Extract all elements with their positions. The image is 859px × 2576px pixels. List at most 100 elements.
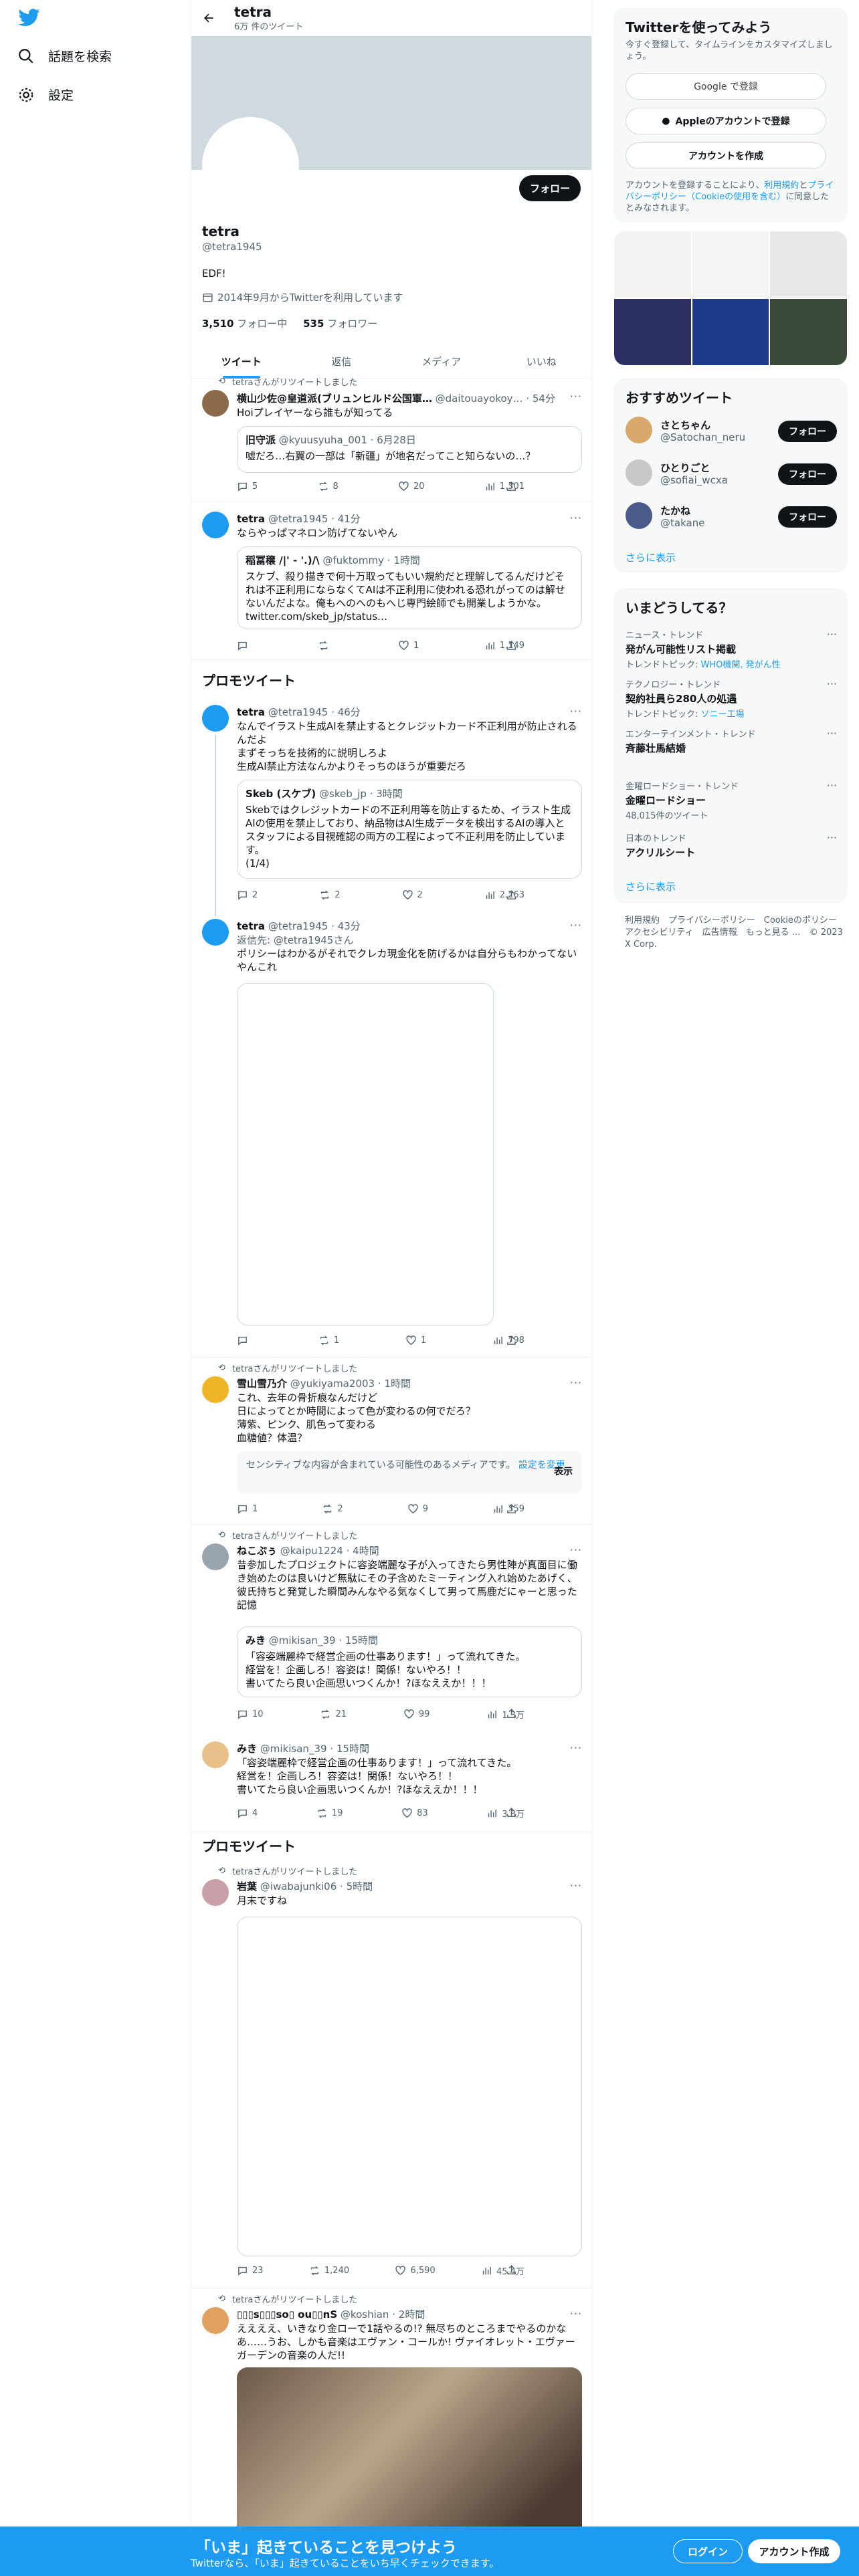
more-icon[interactable]: ··· — [570, 919, 582, 932]
tweet-header[interactable]: 雪山雪乃介 @yukiyama2003 · 1時間 — [237, 1376, 571, 1390]
avatar[interactable] — [202, 512, 229, 538]
tweet[interactable]: ⟲ tetraさんがリツイートしました 雪山雪乃介 @yukiyama2003 ·… — [191, 1358, 591, 1525]
avatar[interactable] — [202, 390, 229, 417]
suggested-user[interactable]: さとちゃん @Satochan_neru フォロー — [626, 411, 837, 451]
trend-item[interactable]: ニュース・トレンド 発がん可能性リスト掲載 トレンドトピック: WHO機関, 発が… — [626, 628, 837, 670]
media-thumb[interactable] — [692, 299, 769, 365]
views-button[interactable]: 1,301 — [484, 481, 524, 492]
more-icon[interactable]: ··· — [827, 779, 837, 792]
more-icon[interactable]: ··· — [570, 512, 582, 524]
retweet-button[interactable]: 2 — [319, 889, 341, 901]
twitter-bird-icon[interactable] — [19, 7, 40, 28]
more-icon[interactable]: ··· — [827, 677, 837, 690]
avatar[interactable] — [202, 1741, 229, 1768]
reply-button[interactable] — [237, 640, 252, 651]
like-button[interactable]: 1 — [405, 1335, 426, 1346]
tweet-media[interactable] — [237, 983, 494, 1325]
reply-button[interactable]: 5 — [237, 481, 258, 492]
tweet-header[interactable]: ねこぷぅ @kaipu1224 · 4時間 — [237, 1543, 571, 1558]
more-icon[interactable]: ··· — [827, 831, 837, 844]
more-icon[interactable]: ··· — [570, 705, 582, 718]
tweet[interactable]: tetra @tetra1945 · 43分 ··· 返信先: @tetra19… — [191, 909, 591, 1358]
followers-link[interactable]: 535 フォロワー — [303, 318, 377, 330]
reply-to[interactable]: 返信先: @tetra1945さん — [237, 934, 582, 947]
more-icon[interactable]: ··· — [827, 727, 837, 740]
tweet-header[interactable]: 横山少佐@皇道派(ブリュンヒルド公国軍… @daitouayokoy… · 54… — [237, 391, 571, 405]
media-thumb[interactable] — [770, 299, 847, 365]
retweet-button[interactable]: 1,240 — [309, 2264, 349, 2277]
more-icon[interactable]: ··· — [570, 1543, 582, 1556]
reply-button[interactable]: 23 — [237, 2264, 264, 2277]
trend-item[interactable]: テクノロジー・トレンド 契約社員ら280人の処遇 トレンドトピック: ソニー工場 … — [626, 677, 837, 720]
nav-settings[interactable]: 設定 — [17, 86, 74, 104]
share-icon[interactable] — [506, 889, 517, 901]
avatar[interactable] — [626, 417, 652, 443]
media-thumb[interactable] — [692, 231, 769, 298]
create-account-button[interactable]: アカウントを作成 — [626, 142, 826, 169]
tweet[interactable]: ⟲ tetraさんがリツイートしました 岩葉 @iwabajunki06 · 5時… — [191, 1860, 591, 2288]
retweet-button[interactable]: 19 — [316, 1807, 343, 1820]
reply-button[interactable]: 2 — [237, 889, 258, 901]
views-button[interactable]: 45.4万 — [481, 2264, 524, 2277]
more-icon[interactable]: ··· — [570, 1879, 582, 1892]
tweet-media[interactable] — [237, 1917, 582, 2256]
tweet[interactable]: みき @mikisan_39 · 15時間 ··· 「容姿端麗枠で経営企画の仕事… — [191, 1732, 591, 1832]
tweet[interactable]: ⟲ tetraさんがリツイートしました ねこぷぅ @kaipu1224 · 4時間… — [191, 1525, 591, 1739]
like-button[interactable]: 2 — [402, 889, 423, 901]
quote-tweet[interactable]: Skeb (スケブ) @skeb_jp · 3時間 Skebではクレジットカード… — [237, 780, 582, 879]
avatar[interactable] — [202, 1543, 229, 1570]
avatar[interactable] — [202, 1376, 229, 1403]
like-button[interactable]: 6,590 — [395, 2264, 436, 2277]
tweet[interactable]: tetra @tetra1945 · 41分 ··· ならやっぱマネロン防げてな… — [191, 502, 591, 660]
views-button[interactable]: 2,263 — [484, 889, 524, 901]
tweet[interactable]: ⟲ tetraさんがリツイートしました 横山少佐@皇道派(ブリュンヒルド公国軍…… — [191, 371, 591, 502]
retweet-button[interactable]: 1 — [318, 1335, 339, 1346]
share-icon[interactable] — [506, 1503, 517, 1515]
reply-button[interactable]: 1 — [237, 1503, 258, 1515]
share-icon[interactable] — [506, 1807, 517, 1818]
follow-button[interactable]: フォロー — [778, 506, 837, 528]
tweet-header[interactable]: みき @mikisan_39 · 15時間 — [237, 1741, 571, 1755]
media-thumb[interactable] — [614, 231, 691, 298]
tweet-header[interactable]: ▯▯▯s▯▯▯so▯ ou▯▯nS @koshian · 2時間 — [237, 2307, 571, 2321]
share-icon[interactable] — [506, 640, 517, 651]
follow-button[interactable]: フォロー — [518, 175, 581, 201]
trend-item[interactable]: エンターテインメント・トレンド 斉藤壮馬結婚 ··· — [626, 727, 837, 755]
follow-button[interactable]: フォロー — [778, 463, 837, 485]
retweet-button[interactable]: 2 — [322, 1503, 343, 1515]
share-icon[interactable] — [506, 1708, 517, 1719]
like-button[interactable]: 99 — [403, 1708, 430, 1721]
tweet-header[interactable]: 岩葉 @iwabajunki06 · 5時間 — [237, 1879, 571, 1893]
tweet-header[interactable]: tetra @tetra1945 · 46分 — [237, 705, 571, 719]
apple-signup-button[interactable]: ● Appleのアカウントで登録 — [626, 108, 826, 134]
trend-item[interactable]: 日本のトレンド アクリルシート ··· — [626, 831, 837, 859]
show-more-trends-link[interactable]: さらに表示 — [626, 879, 676, 893]
more-icon[interactable]: ··· — [570, 1376, 582, 1389]
show-more-link[interactable]: さらに表示 — [626, 550, 676, 564]
avatar[interactable] — [202, 919, 229, 946]
avatar[interactable] — [202, 705, 229, 732]
reply-button[interactable]: 10 — [237, 1708, 264, 1721]
avatar[interactable] — [202, 1879, 229, 1906]
avatar[interactable] — [626, 502, 652, 529]
follow-button[interactable]: フォロー — [778, 421, 837, 442]
retweet-button[interactable]: 21 — [320, 1708, 347, 1721]
like-button[interactable]: 1 — [398, 640, 419, 651]
nav-explore[interactable]: 話題を検索 — [17, 47, 112, 65]
suggested-user[interactable]: ひとりごと @sofiai_wcxa フォロー — [626, 454, 837, 494]
trend-item[interactable]: 金曜ロードショー・トレンド 金曜ロードショー 48,015件のツイート ··· — [626, 779, 837, 821]
more-icon[interactable]: ··· — [570, 390, 582, 403]
login-button[interactable]: ログイン — [673, 2539, 743, 2563]
footer-links[interactable]: 利用規約 プライバシーポリシー Cookieのポリシー アクセシビリティ 広告情… — [625, 915, 846, 951]
like-button[interactable]: 20 — [398, 481, 425, 492]
reply-button[interactable]: 4 — [237, 1807, 258, 1820]
quote-tweet[interactable]: 稲冨穣 /|' - '.)/\ @fuktommy · 1時間 スケブ、殺り描き… — [237, 546, 582, 629]
reply-button[interactable] — [237, 1335, 252, 1346]
like-button[interactable]: 83 — [401, 1807, 428, 1820]
profile-avatar[interactable] — [202, 117, 299, 214]
media-thumb[interactable] — [614, 299, 691, 365]
more-icon[interactable]: ··· — [827, 628, 837, 641]
terms-link[interactable]: 利用規約 — [764, 181, 799, 191]
signup-button[interactable]: アカウント作成 — [748, 2539, 840, 2563]
avatar[interactable] — [626, 459, 652, 486]
